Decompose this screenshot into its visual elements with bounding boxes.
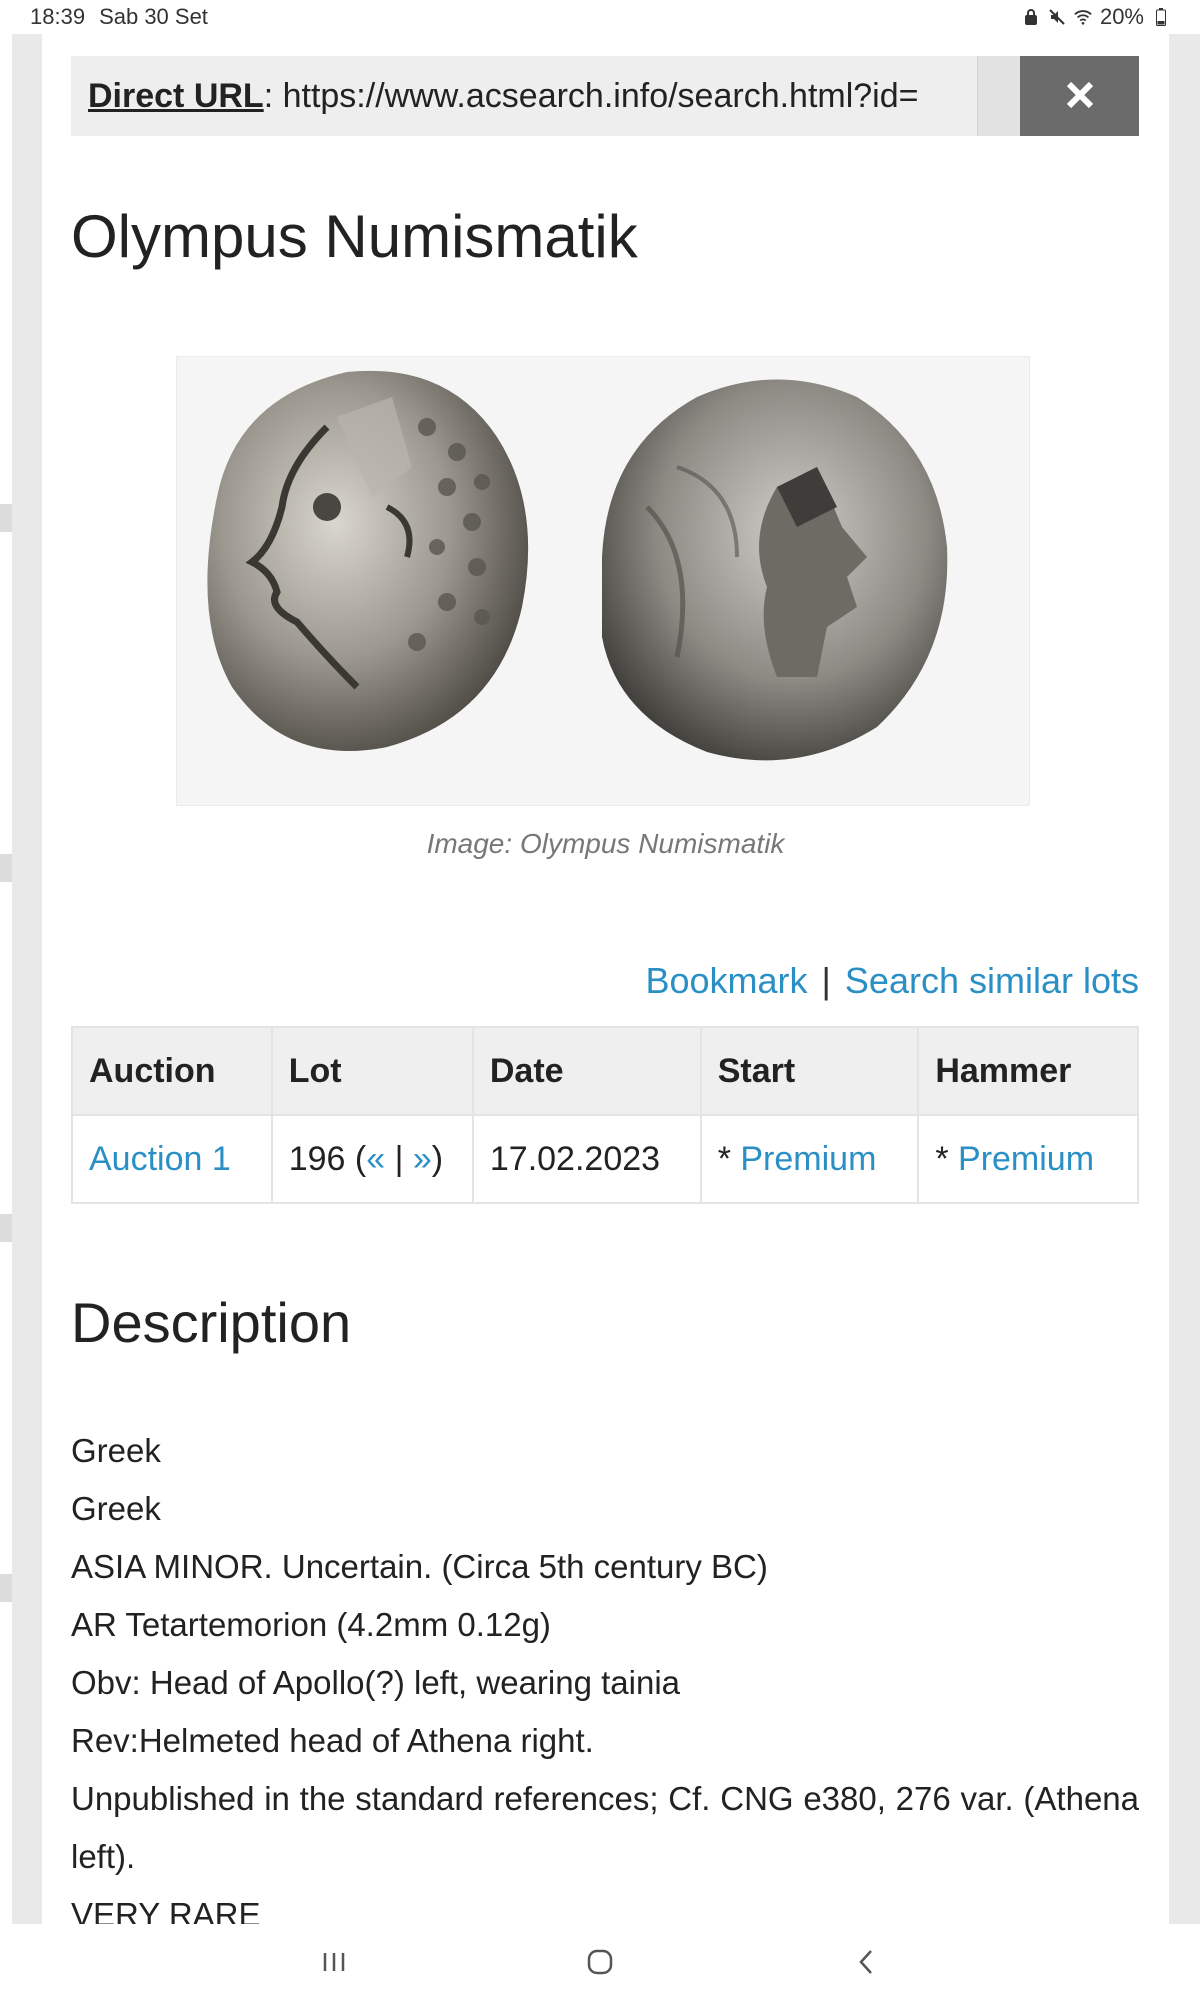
description-line: Greek xyxy=(71,1490,161,1527)
coin-reverse xyxy=(602,379,948,761)
next-lot-link[interactable]: » xyxy=(413,1140,432,1178)
lot-close-paren: ) xyxy=(431,1139,444,1178)
back-icon xyxy=(859,1950,872,1974)
hammer-premium-link[interactable]: Premium xyxy=(958,1140,1094,1178)
description-heading: Description xyxy=(71,1291,352,1354)
page-title: Olympus Numismatik xyxy=(71,203,638,270)
lot-number: 196 ( xyxy=(288,1139,367,1178)
lot-nav-separator: | xyxy=(385,1139,413,1178)
back-button[interactable] xyxy=(848,1944,884,1980)
recent-apps-icon xyxy=(323,1953,345,1971)
cell-date: 17.02.2023 xyxy=(471,1114,702,1204)
image-caption: Image: Olympus Numismatik xyxy=(426,828,785,859)
status-date: Sab 30 Set xyxy=(99,4,208,29)
table-header-row: Auction Lot Date Start Hammer xyxy=(71,1026,1139,1116)
prev-lot-link[interactable]: « xyxy=(366,1140,385,1178)
mute-icon xyxy=(1048,8,1066,26)
header-start: Start xyxy=(699,1026,920,1116)
recent-apps-button[interactable] xyxy=(316,1944,352,1980)
description-line: Rev:Helmeted head of Athena right. xyxy=(71,1722,594,1759)
links-separator: | xyxy=(821,960,831,1001)
battery-level: 20% xyxy=(1099,4,1144,29)
direct-url-label: Direct URL xyxy=(88,76,264,115)
header-date: Date xyxy=(471,1026,702,1116)
close-icon xyxy=(1065,71,1095,121)
table-row: Auction 1 196 (« | ») 17.02.2023 * Premi… xyxy=(71,1114,1139,1204)
start-prefix: * xyxy=(717,1139,741,1178)
page-left-edge xyxy=(0,34,12,1924)
system-nav-bar xyxy=(0,1924,1200,2000)
coin-photo xyxy=(207,370,948,761)
home-button[interactable] xyxy=(582,1944,618,1980)
cell-start: * Premium xyxy=(699,1114,920,1204)
bookmark-link[interactable]: Bookmark xyxy=(645,960,807,1002)
status-bar: 18:39 Sab 30 Set 20% xyxy=(0,0,1200,34)
lot-modal: Direct URL: https://www.acsearch.info/se… xyxy=(42,34,1169,1933)
wifi-icon xyxy=(1074,8,1092,26)
header-lot: Lot xyxy=(270,1026,474,1116)
cell-hammer: * Premium xyxy=(917,1114,1139,1204)
header-hammer: Hammer xyxy=(917,1026,1139,1116)
url-scrollbar[interactable] xyxy=(977,56,1021,136)
hammer-prefix: * xyxy=(935,1139,959,1178)
description-line: Greek xyxy=(71,1432,161,1469)
cell-lot: 196 (« | ») xyxy=(270,1114,474,1204)
description-list: Greek Greek ASIA MINOR. Uncertain. (Circ… xyxy=(71,1422,1139,1944)
battery-icon xyxy=(1152,8,1170,26)
coin-image[interactable] xyxy=(176,356,1030,806)
lot-actions: Bookmark | Search similar lots xyxy=(645,960,1139,1002)
start-premium-link[interactable]: Premium xyxy=(740,1140,876,1178)
status-time: 18:39 xyxy=(30,4,86,29)
auction-link[interactable]: Auction 1 xyxy=(89,1140,231,1178)
description-line: Obv: Head of Apollo(?) left, wearing tai… xyxy=(71,1664,681,1701)
close-button[interactable] xyxy=(1020,56,1139,136)
header-auction: Auction xyxy=(71,1026,273,1116)
description-line: AR Tetartemorion (4.2mm 0.12g) xyxy=(71,1606,551,1643)
description-line: Unpublished in the standard references; … xyxy=(71,1780,1139,1875)
description-line: ASIA MINOR. Uncertain. (Circa 5th centur… xyxy=(71,1548,768,1585)
direct-url-text[interactable]: Direct URL: https://www.acsearch.info/se… xyxy=(71,77,977,116)
direct-url-value: : https://www.acsearch.info/search.html?… xyxy=(263,76,919,115)
home-icon xyxy=(587,1949,613,1975)
lock-icon xyxy=(1022,8,1040,26)
auction-table: Auction Lot Date Start Hammer Auction 1 … xyxy=(71,1026,1139,1204)
search-similar-lots-link[interactable]: Search similar lots xyxy=(845,960,1139,1002)
cell-auction: Auction 1 xyxy=(71,1114,273,1204)
coin-obverse xyxy=(207,370,529,751)
direct-url-bar: Direct URL: https://www.acsearch.info/se… xyxy=(71,56,1139,136)
